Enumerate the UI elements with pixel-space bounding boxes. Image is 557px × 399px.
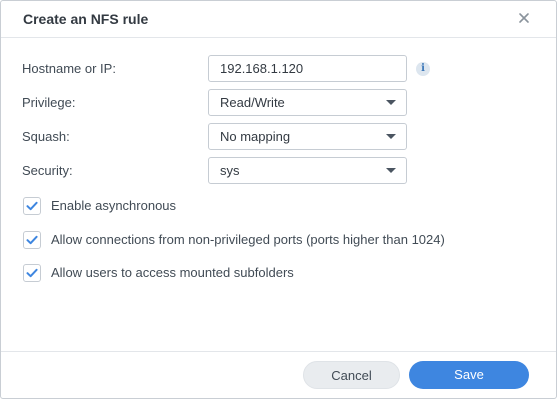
security-label: Security: <box>22 163 73 178</box>
privilege-value: Read/Write <box>220 95 285 110</box>
save-button[interactable]: Save <box>409 361 529 389</box>
close-icon[interactable] <box>516 10 532 26</box>
non-privileged-ports-checkbox[interactable] <box>23 231 41 249</box>
chevron-down-icon <box>386 134 396 139</box>
dialog-title: Create an NFS rule <box>23 11 149 27</box>
enable-async-label[interactable]: Enable asynchronous <box>51 197 176 215</box>
squash-select[interactable]: No mapping <box>208 123 407 150</box>
info-icon[interactable]: i <box>416 62 430 76</box>
squash-value: No mapping <box>220 129 291 144</box>
create-nfs-rule-dialog: Create an NFS rule Hostname or IP: i Pri… <box>0 0 557 399</box>
hostname-label: Hostname or IP: <box>22 61 116 76</box>
non-privileged-ports-label[interactable]: Allow connections from non-privileged po… <box>51 231 445 249</box>
hostname-input[interactable] <box>220 57 390 80</box>
chevron-down-icon <box>386 100 396 105</box>
dialog-header: Create an NFS rule <box>1 1 556 38</box>
privilege-select[interactable]: Read/Write <box>208 89 407 116</box>
cancel-button[interactable]: Cancel <box>303 361 400 389</box>
enable-async-checkbox[interactable] <box>23 197 41 215</box>
mounted-subfolders-checkbox[interactable] <box>23 264 41 282</box>
checkmark-icon <box>26 235 38 245</box>
hostname-field[interactable] <box>208 55 407 82</box>
mounted-subfolders-label[interactable]: Allow users to access mounted subfolders <box>51 264 294 282</box>
privilege-label: Privilege: <box>22 95 76 110</box>
security-select[interactable]: sys <box>208 157 407 184</box>
chevron-down-icon <box>386 168 396 173</box>
checkmark-icon <box>26 201 38 211</box>
security-value: sys <box>220 163 240 178</box>
checkmark-icon <box>26 268 38 278</box>
squash-label: Squash: <box>22 129 70 144</box>
